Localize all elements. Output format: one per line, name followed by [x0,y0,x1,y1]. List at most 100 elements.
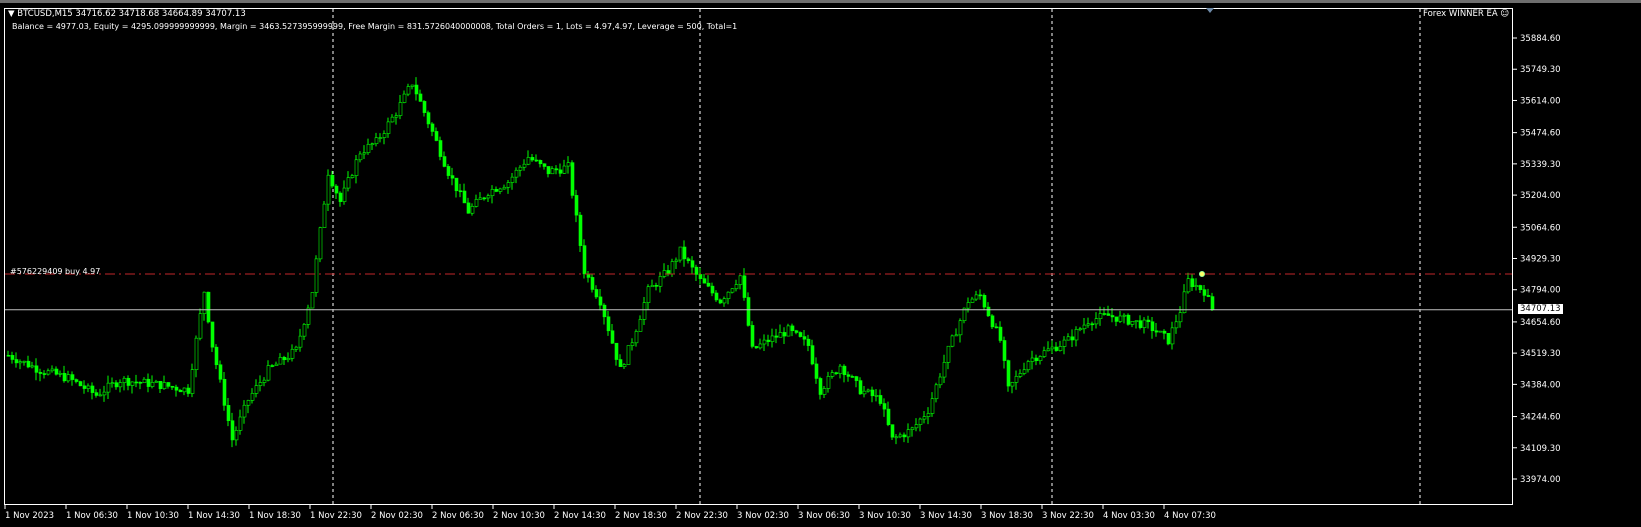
candle-body [594,289,599,298]
candle-body [802,336,807,340]
candle-body [370,143,375,145]
y-tick-label: 35749.30 [1520,65,1561,75]
candle-body [722,298,727,304]
candle-body [1082,324,1087,330]
candle-body [734,284,739,290]
candle-body [786,325,791,337]
candle-body [1042,350,1047,357]
candle-body [710,285,715,294]
candle-body [434,131,439,141]
candle-body [1030,357,1035,362]
candle-body [182,387,187,393]
candle-body [954,334,959,337]
candle-body [766,339,771,342]
candle-body [466,202,471,214]
candle-body [518,166,523,171]
candle-body [946,345,951,363]
x-tick-label: 3 Nov 10:30 [859,511,911,521]
candle-body [150,382,155,387]
candle-body [138,382,143,384]
candle-body [882,403,887,410]
candle-body [190,369,195,394]
x-tick-label: 3 Nov 14:30 [920,511,972,521]
candle-body [950,335,955,347]
candle-body [242,404,247,418]
candle-body [494,189,499,192]
candle-body [1166,332,1171,345]
order-line-label[interactable]: #576229409 buy 4.97 [10,267,100,276]
x-tick-label: 1 Nov 18:30 [249,511,301,521]
candle-body [374,137,379,144]
price-chart[interactable]: 35884.60 35749.30 35614.00 35474.60 35339.30… [0,3,1641,527]
candle-body [866,389,871,392]
x-tick-label: 3 Nov 18:30 [981,511,1033,521]
candle-body [6,354,11,357]
expert-advisor-label[interactable]: Forex WINNER EA ☺ [1423,9,1509,19]
candle-body [1194,285,1199,288]
candle-body [642,302,647,320]
candle-body [130,381,135,386]
candle-body [334,185,339,194]
candle-body [102,391,107,396]
candle-body [982,295,987,308]
x-tick-label: 4 Nov 07:30 [1164,511,1216,521]
chart-shift-marker-icon [1206,8,1214,13]
candle-body [658,276,663,287]
candle-body [622,364,627,367]
candle-body [502,186,507,190]
candle-body [10,355,15,360]
candle-body [366,143,371,153]
candle-body [906,429,911,438]
candle-body [306,307,311,325]
candle-body [1090,323,1095,326]
candle-body [810,345,815,365]
symbol-header: ▼ BTCUSD,M15 34716.62 34718.68 34664.89 … [8,9,246,19]
candle-body [318,227,323,260]
candle-body [394,115,399,118]
candle-body [1074,329,1079,341]
y-tick-label: 35339.30 [1520,160,1561,170]
candle-body [646,286,651,303]
candle-body [358,153,363,161]
candle-body [206,291,211,323]
chart-window: 35884.60 35749.30 35614.00 35474.60 35339.30… [0,0,1641,524]
candle-body [46,370,51,375]
account-info: Balance = 4977.03, Equity = 4295.0999999… [12,22,738,31]
candle-body [214,346,219,366]
candle-body [662,270,667,277]
candle-body [58,373,63,375]
candle-body [114,382,119,388]
candle-body [382,133,387,138]
y-tick-label: 34109.30 [1520,444,1561,454]
candle-body [674,259,679,262]
candle-body [686,258,691,261]
candle-body [666,270,671,275]
candle-body [738,275,743,285]
candle-body [978,294,983,297]
candle-body [790,325,795,332]
candle-body [246,400,251,406]
candle-body [1018,373,1023,377]
candle-body [822,388,827,395]
y-tick-label: 35614.00 [1520,96,1561,106]
x-tick-label: 1 Nov 10:30 [127,511,179,521]
candle-body [14,359,19,364]
candle-body [1006,360,1011,387]
y-tick-label: 34384.00 [1520,380,1561,390]
candle-body [498,188,503,192]
candle-body [706,282,711,287]
candle-body [230,420,235,441]
candle-body [914,424,919,429]
candle-body [1138,320,1143,328]
candle-body [578,214,583,246]
candle-body [290,348,295,359]
candle-body [758,343,763,349]
x-tick-label: 3 Nov 22:30 [1042,511,1094,521]
candle-body [990,315,995,328]
candle-body [286,358,291,361]
x-tick-label: 2 Nov 06:30 [432,511,484,521]
candle-body [66,374,71,382]
candle-body [902,434,907,438]
candle-body [678,246,683,261]
candle-body [778,332,783,338]
